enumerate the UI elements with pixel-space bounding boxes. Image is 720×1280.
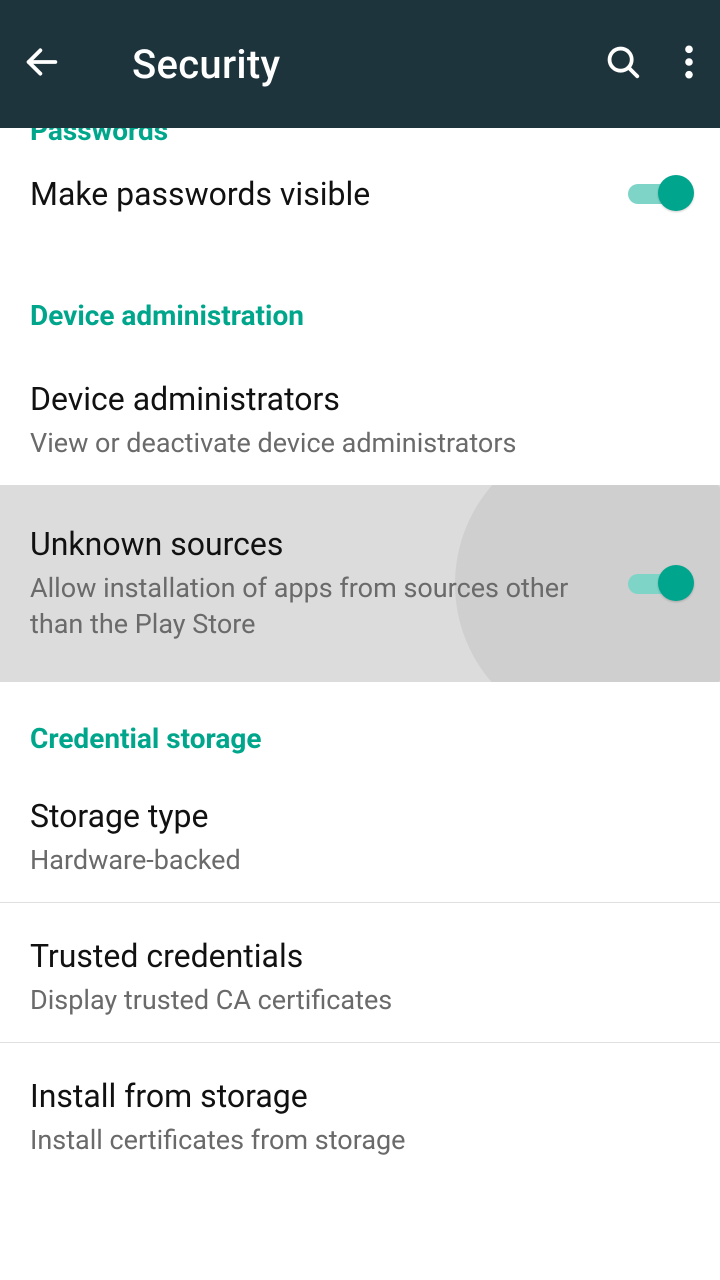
settings-scroll-area[interactable]: Passwords Make passwords visible Device … [0,128,720,1280]
item-subtitle: Display trusted CA certificates [30,982,690,1018]
section-header-passwords: Passwords [0,128,720,155]
arrow-left-icon [22,42,62,86]
item-subtitle: Hardware-backed [30,842,690,878]
more-vert-icon[interactable] [684,43,694,85]
toggle-unknown-sources[interactable] [628,565,690,603]
item-install-from-storage[interactable]: Install from storage Install certificate… [0,1043,720,1182]
page-title: Security [92,41,604,88]
toggle-thumb [658,565,694,601]
item-title: Storage type [30,797,690,835]
item-title: Install from storage [30,1077,690,1115]
app-bar: Security [0,0,720,128]
item-unknown-sources[interactable]: Unknown sources Allow installation of ap… [0,485,720,682]
item-storage-type[interactable]: Storage type Hardware-backed [0,763,720,902]
item-subtitle: Install certificates from storage [30,1122,690,1158]
section-header-credential-storage: Credential storage [0,682,720,763]
item-title: Device administrators [30,380,690,418]
search-icon[interactable] [604,43,642,85]
item-title: Make passwords visible [30,175,608,213]
item-trusted-credentials[interactable]: Trusted credentials Display trusted CA c… [0,903,720,1042]
item-device-administrators[interactable]: Device administrators View or deactivate… [0,340,720,485]
section-header-device-administration: Device administration [0,269,720,340]
back-button[interactable] [22,42,92,86]
item-make-passwords-visible[interactable]: Make passwords visible [0,155,720,239]
item-title: Trusted credentials [30,937,690,975]
item-subtitle: Allow installation of apps from sources … [30,570,608,643]
toggle-thumb [658,175,694,211]
appbar-actions [604,43,704,85]
item-subtitle: View or deactivate device administrators [30,425,690,461]
toggle-make-passwords-visible[interactable] [628,175,690,213]
item-title: Unknown sources [30,525,608,563]
